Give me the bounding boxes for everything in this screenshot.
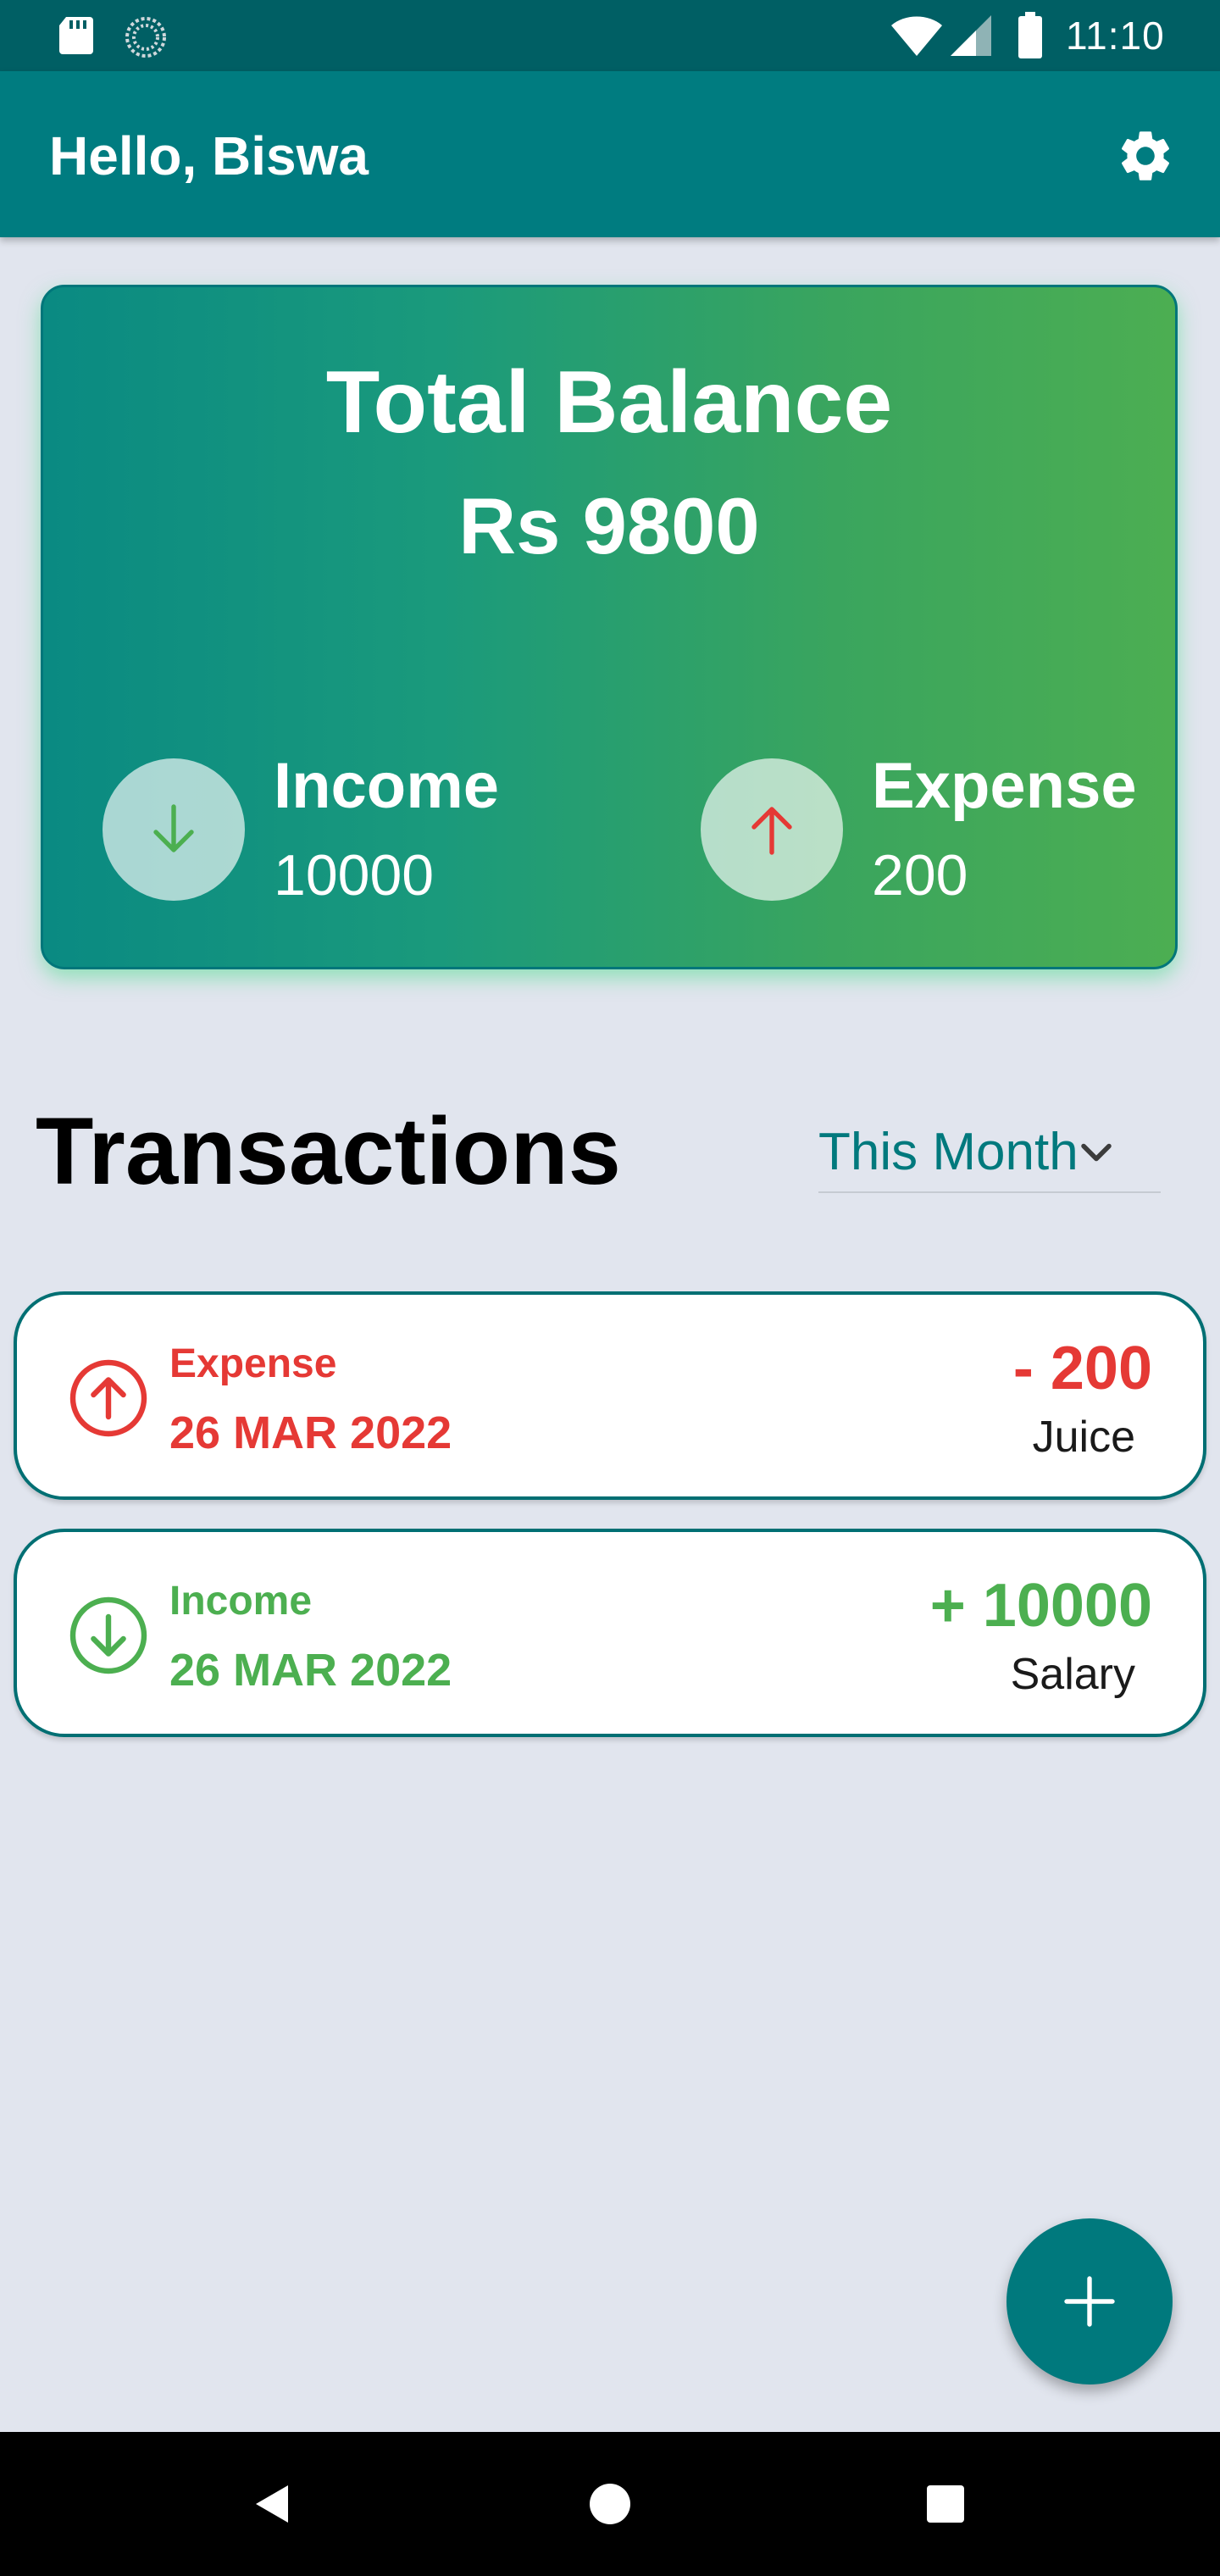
income-badge <box>103 758 245 901</box>
wifi-icon <box>891 16 942 56</box>
income-value: 10000 <box>274 843 435 908</box>
arrow-up-circle-icon <box>69 1359 147 1437</box>
expense-value: 200 <box>872 843 968 908</box>
transaction-date: 26 MAR 2022 <box>169 1645 452 1696</box>
system-nav-bar <box>0 2432 1220 2576</box>
period-selected-value: This Month <box>818 1123 1079 1181</box>
signal-icon <box>951 15 991 56</box>
transaction-item-income[interactable]: Income 26 MAR 2022 + 10000 Salary <box>14 1529 1206 1737</box>
income-label: Income <box>274 750 500 822</box>
sync-icon <box>125 17 166 58</box>
battery-icon <box>1018 12 1042 58</box>
balance-title: Total Balance <box>325 353 893 452</box>
balance-card: Total Balance Rs 9800 Income 10000 Expen… <box>41 285 1178 969</box>
transaction-date: 26 MAR 2022 <box>169 1407 452 1458</box>
add-transaction-button[interactable] <box>1006 2218 1173 2384</box>
transaction-type: Expense <box>169 1341 337 1386</box>
transaction-note: Juice <box>1032 1413 1135 1462</box>
arrow-up-icon <box>751 807 792 855</box>
sd-card-icon <box>59 17 93 54</box>
transaction-item-expense[interactable]: Expense 26 MAR 2022 - 200 Juice <box>14 1291 1206 1500</box>
greeting-title: Hello, Biswa <box>49 125 369 186</box>
expense-badge <box>701 758 843 901</box>
plus-icon <box>1064 2276 1115 2327</box>
back-icon[interactable] <box>249 2479 300 2529</box>
transaction-note: Salary <box>1010 1650 1135 1699</box>
recents-icon[interactable] <box>920 2479 971 2529</box>
arrow-down-circle-icon <box>69 1596 147 1674</box>
status-bar: 11:10 <box>0 0 1220 71</box>
transaction-amount: + 10000 <box>929 1572 1152 1640</box>
app-bar: Hello, Biswa <box>0 71 1220 237</box>
balance-amount: Rs 9800 <box>458 481 760 570</box>
transactions-heading: Transactions <box>36 1098 621 1204</box>
gear-icon <box>1121 131 1170 180</box>
status-time: 11:10 <box>1066 14 1165 58</box>
period-dropdown[interactable]: This Month <box>818 1112 1161 1193</box>
chevron-down-icon <box>1081 1143 1112 1162</box>
home-icon[interactable] <box>585 2479 635 2529</box>
transaction-type: Income <box>169 1579 313 1624</box>
expense-label: Expense <box>872 750 1137 822</box>
transaction-amount: - 200 <box>1012 1335 1152 1402</box>
arrow-down-icon <box>153 804 194 852</box>
settings-button[interactable] <box>1110 120 1181 192</box>
